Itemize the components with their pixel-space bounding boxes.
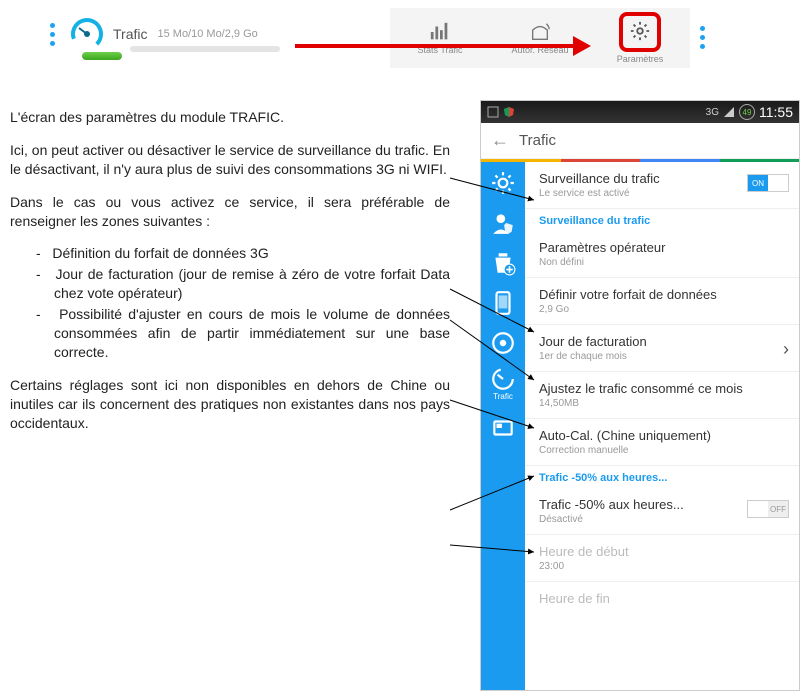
shield-icon — [503, 106, 515, 118]
row-surveillance[interactable]: Surveillance du trafic Le service est ac… — [525, 162, 799, 209]
toggle-off[interactable]: OFF — [747, 500, 789, 518]
back-icon[interactable]: ← — [491, 130, 509, 151]
row-end-hour[interactable]: Heure de fin — [525, 582, 799, 615]
menu-dots-icon[interactable] — [700, 26, 705, 49]
sidebar-label: Trafic — [493, 392, 513, 401]
phone-screenshot: 3G 49 11:55 ← Trafic Trafic Surveillance… — [480, 100, 800, 691]
notif-icon — [487, 106, 499, 118]
list-item: Jour de facturation (jour de remise à zé… — [36, 265, 450, 303]
app-header: ← Trafic — [481, 123, 799, 159]
tab-stats[interactable]: Stats Trafic — [390, 8, 490, 68]
gear-icon — [629, 20, 651, 42]
paragraph: Ici, on peut activer ou désactiver le se… — [10, 141, 450, 179]
usage-bar-icon — [82, 52, 122, 60]
paragraph: Dans le cas ou vous activez ce service, … — [10, 193, 450, 231]
progress-track — [130, 46, 280, 52]
chevron-right-icon: › — [783, 339, 789, 360]
card-icon[interactable] — [490, 415, 516, 441]
signal-icon — [723, 106, 735, 118]
tab-settings[interactable]: Paramètres — [590, 8, 690, 68]
paragraph: Certains réglages sont ici non disponibl… — [10, 376, 450, 433]
trash-plus-icon[interactable] — [490, 250, 516, 276]
paragraph: L'écran des paramètres du module TRAFIC. — [10, 108, 450, 127]
section-header: Trafic -50% aux heures... — [525, 466, 799, 488]
trafic-label: Trafic — [113, 26, 147, 42]
phone-icon[interactable] — [490, 290, 516, 316]
gauge-icon — [69, 16, 105, 52]
list-item: Définition du forfait de données 3G — [36, 244, 450, 263]
menu-dots-icon[interactable] — [50, 23, 55, 46]
highlight-box — [619, 12, 661, 52]
toggle-on[interactable]: ON — [747, 174, 789, 192]
row-autocal[interactable]: Auto-Cal. (Chine uniquement) Correction … — [525, 419, 799, 466]
battery-icon: 49 — [739, 104, 755, 120]
app-title: Trafic — [519, 132, 556, 149]
row-data-plan[interactable]: Définir votre forfait de données 2,9 Go — [525, 278, 799, 325]
row-offpeak[interactable]: Trafic -50% aux heures... Désactivé OFF — [525, 488, 799, 535]
top-tabs: Stats Trafic Autor. Réseau Paramètres — [390, 8, 690, 68]
row-operator[interactable]: Paramètres opérateur Non défini — [525, 231, 799, 278]
android-statusbar: 3G 49 11:55 — [481, 101, 799, 123]
row-start-hour[interactable]: Heure de début 23:00 — [525, 535, 799, 582]
list-item: Possibilité d'ajuster en cours de mois l… — [36, 305, 450, 362]
section-header: Surveillance du trafic — [525, 209, 799, 231]
tab-label: Paramètres — [617, 54, 664, 64]
user-shield-icon[interactable] — [490, 210, 516, 236]
row-adjust-traffic[interactable]: Ajustez le trafic consommé ce mois 14,50… — [525, 372, 799, 419]
red-arrow-icon — [295, 40, 585, 52]
bullet-list: Définition du forfait de données 3G Jour… — [36, 244, 450, 361]
description-text: L'écran des paramètres du module TRAFIC.… — [10, 108, 450, 446]
settings-list: Surveillance du trafic Le service est ac… — [525, 162, 799, 690]
row-billing-day[interactable]: Jour de facturation 1er de chaque mois › — [525, 325, 799, 372]
phone-sidebar: Trafic — [481, 162, 525, 690]
disk-icon[interactable] — [490, 330, 516, 356]
gauge-mini-icon[interactable] — [490, 370, 516, 388]
gear-icon[interactable] — [490, 170, 516, 196]
clock: 11:55 — [759, 104, 793, 120]
network-label: 3G — [706, 107, 719, 118]
top-banner: Trafic 15 Mo/10 Mo/2,9 Go Stats Trafic A… — [0, 8, 800, 68]
trafic-stats: 15 Mo/10 Mo/2,9 Go — [157, 28, 257, 40]
